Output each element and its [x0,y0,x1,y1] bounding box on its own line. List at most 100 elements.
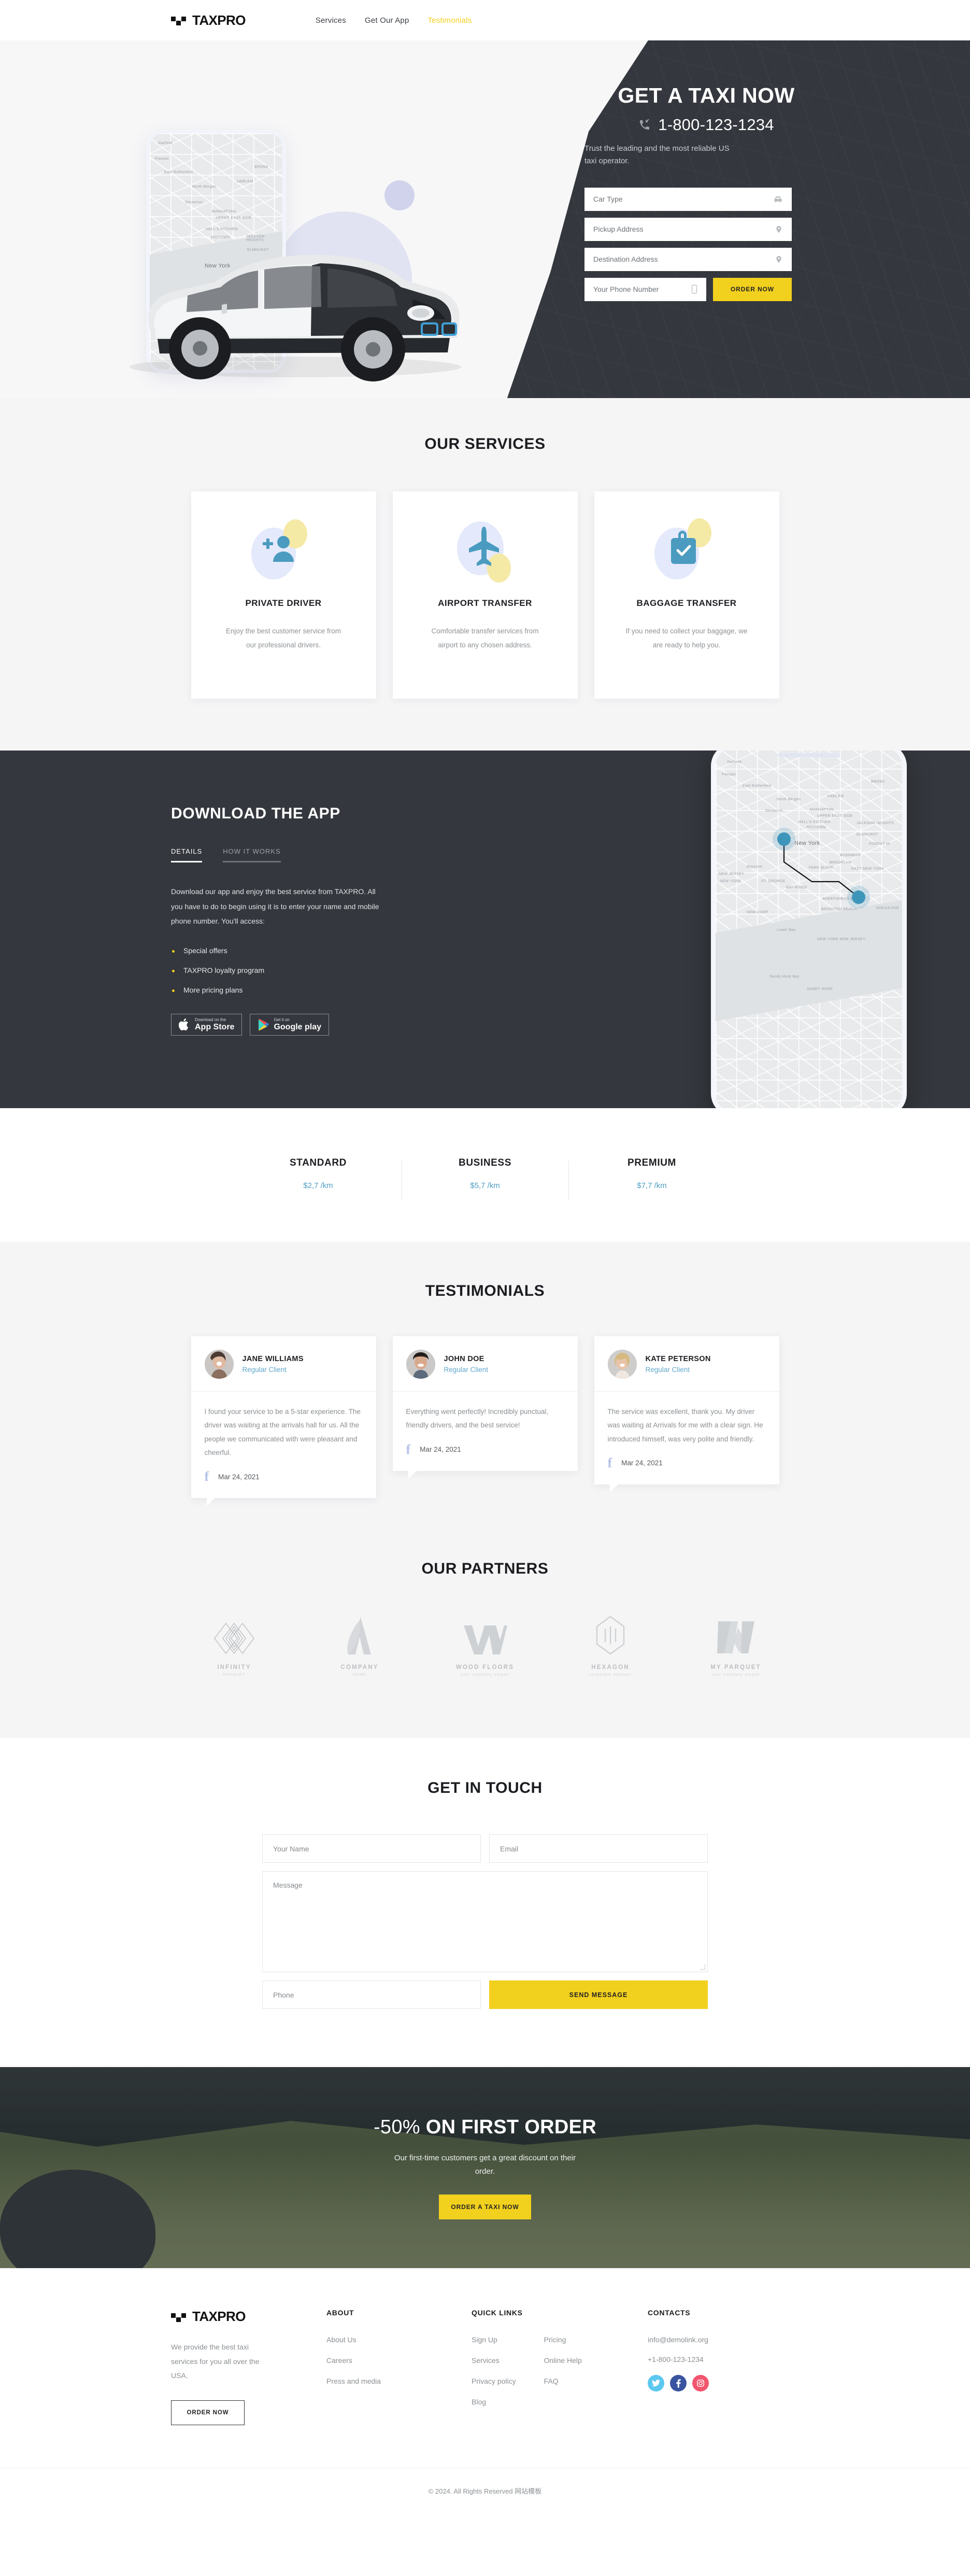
partner-wood-floors[interactable]: WOOD FLOORS your company slogan [441,1624,529,1677]
testimonial-text: I found your service to be a 5-star expe… [204,1408,361,1456]
tab-how-it-works[interactable]: HOW IT WORKS [223,847,281,862]
infinity-diamond-logo-icon [214,1623,254,1654]
hero-car-image [130,254,461,381]
service-card-private-driver[interactable]: PRIVATE DRIVER Enjoy the best customer s… [191,491,376,699]
phone-number-field[interactable]: Your Phone Number [584,277,706,301]
service-card-airport-transfer[interactable]: AIRPORT TRANSFER Comfortable transfer se… [392,491,578,699]
footer-phone[interactable]: +1-800-123-1234 [648,2355,709,2363]
tier-name: STANDARD [290,1157,347,1168]
partner-company-name[interactable]: COMPANY NAME [316,1616,404,1677]
site-footer: TAXPRO We provide the best taxi services… [0,2268,970,2517]
service-desc: Enjoy the best customer service from our… [225,627,341,649]
site-header: TAXPRO Services Get Our App Testimonials [0,0,970,40]
footer-link-careers[interactable]: Careers [326,2356,352,2365]
feather-a-logo-icon [347,1617,371,1655]
download-app-bullets: Special offers TAXPRO loyalty program Mo… [171,946,503,994]
tier-price: $2,7 /km [303,1181,333,1190]
brand-logo[interactable]: TAXPRO [171,12,246,29]
tab-details[interactable]: DETAILS [171,847,203,862]
twitter-icon[interactable] [648,2375,664,2392]
footer-link-about-us[interactable]: About Us [326,2336,356,2344]
partner-name: COMPANY [340,1664,379,1671]
contact-message-field[interactable]: Message [262,1871,708,1973]
download-tabs: DETAILS HOW IT WORKS [171,847,503,862]
tier-price: $5,7 /km [470,1181,500,1190]
hero-phone-number[interactable]: 1-800-123-1234 [658,116,774,134]
testimonials-cards: JANE WILLIAMS Regular Client I found you… [0,1336,970,1506]
footer-email[interactable]: info@demolink.org [648,2336,709,2344]
car-icon [773,194,783,204]
footer-link-sign-up[interactable]: Sign Up [472,2336,497,2344]
order-now-button[interactable]: ORDER NOW [713,277,792,301]
footer-link-privacy-policy[interactable]: Privacy policy [472,2377,516,2385]
contact-title: GET IN TOUCH [427,1779,543,1797]
m-blades-logo-icon [717,1621,754,1654]
testimonial-name: KATE PETERSON [645,1355,711,1363]
facebook-icon[interactable] [670,2375,687,2392]
route-line [783,839,859,898]
testimonial-date: Mar 24, 2021 [218,1473,260,1481]
footer-link-pricing[interactable]: Pricing [544,2336,566,2344]
destination-pin [847,886,870,909]
phone-notch [778,753,840,757]
promo-banner-section: -50% ON FIRST ORDER Our first-time custo… [0,2067,970,2269]
testimonial-date: Mar 24, 2021 [420,1446,461,1454]
order-taxi-now-button[interactable]: ORDER A TAXI NOW [439,2195,531,2220]
tier-name: BUSINESS [459,1157,511,1168]
nav-item-get-our-app[interactable]: Get Our App [365,16,409,25]
footer-order-now-button[interactable]: ORDER NOW [171,2400,245,2426]
service-desc: If you need to collect your baggage, we … [625,627,748,649]
nav-item-services[interactable]: Services [316,16,346,25]
hero-subtitle: Trust the leading and the most reliable … [584,144,730,166]
testimonial-role: Regular Client [242,1366,287,1374]
testimonial-text: Everything went perfectly! Incredibly pu… [406,1408,549,1429]
avatar [204,1350,234,1379]
contact-email-field[interactable]: Email [489,1834,708,1863]
phone-incoming-icon [640,119,650,130]
bullet-loyalty-program: TAXPRO loyalty program [171,966,503,974]
pricing-tier-premium: PREMIUM $7,7 /km [568,1157,735,1201]
footer-about-column: ABOUT About Us Careers Press and media [326,2309,472,2425]
promo-headline: -50% ON FIRST ORDER [363,2116,607,2139]
footer-link-services[interactable]: Services [472,2356,500,2365]
instagram-icon[interactable] [692,2375,709,2392]
apple-icon [179,1018,189,1031]
partner-infinity[interactable]: INFINITY PARQUET [190,1621,278,1677]
footer-link-online-help[interactable]: Online Help [544,2356,582,2365]
testimonials-title: TESTIMONIALS [425,1282,545,1299]
testimonial-name: JOHN DOE [444,1355,484,1363]
pricing-section: STANDARD $2,7 /km BUSINESS $5,7 /km PREM… [0,1108,970,1242]
footer-link-blog[interactable]: Blog [472,2398,486,2406]
google-play-button[interactable]: Get it on Google play [250,1014,330,1036]
tier-name: PREMIUM [627,1157,676,1168]
footer-link-press-and-media[interactable]: Press and media [326,2377,381,2385]
nav-item-testimonials[interactable]: Testimonials [428,16,472,25]
suitcase-check-icon [653,518,720,585]
partner-tagline: corporate abstract [589,1673,632,1677]
google-play-icon [259,1018,269,1031]
app-store-button[interactable]: Download on the App Store [171,1014,243,1036]
contact-form: Your Name Email Message Phone SEND MESSA… [262,1834,708,2009]
avatar [607,1350,637,1379]
footer-logo[interactable]: TAXPRO [171,2309,326,2325]
testimonial-card: JOHN DOE Regular Client Everything went … [392,1336,578,1479]
app-store-big: App Store [195,1022,235,1031]
testimonial-role: Regular Client [444,1366,489,1374]
send-message-button[interactable]: SEND MESSAGE [489,1980,708,2009]
partner-my-parquet[interactable]: MY PARQUET your company slogan [692,1620,780,1677]
hero-phone-row: 1-800-123-1234 [584,116,828,134]
footer-about-heading: ABOUT [326,2309,354,2317]
service-card-baggage-transfer[interactable]: BAGGAGE TRANSFER If you need to collect … [594,491,779,699]
footer-link-faq[interactable]: FAQ [544,2377,559,2385]
facebook-icon: f [406,1441,411,1457]
testimonial-text: The service was excellent, thank you. My… [607,1408,763,1443]
partner-hexagon[interactable]: HEXAGON corporate abstract [566,1615,654,1677]
pickup-address-field[interactable]: Pickup Address [584,217,792,241]
pricing-tier-business: BUSINESS $5,7 /km [402,1157,568,1201]
bullet-pricing-plans: More pricing plans [171,986,503,994]
destination-address-field[interactable]: Destination Address [584,247,792,271]
pickup-address-placeholder: Pickup Address [593,225,644,234]
contact-phone-field[interactable]: Phone [262,1980,481,2009]
car-type-field[interactable]: Car Type [584,187,792,211]
contact-name-field[interactable]: Your Name [262,1834,481,1863]
